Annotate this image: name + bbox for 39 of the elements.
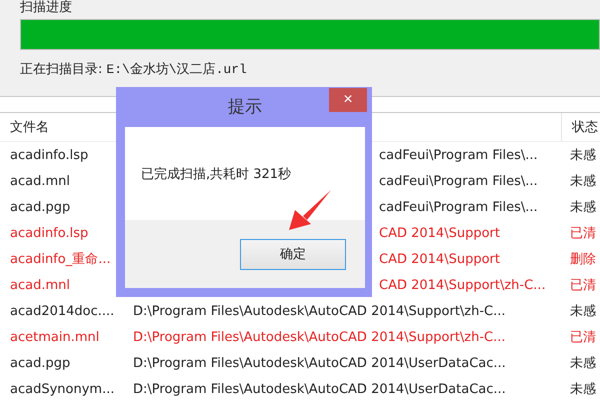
section-title: 扫描进度 <box>20 0 73 16</box>
file-status: 已清 <box>570 225 596 242</box>
file-path: cadFeui\Program Files\... <box>379 200 538 214</box>
file-status: 未感 <box>570 381 596 398</box>
arrow-drawing <box>289 190 331 230</box>
file-path: D:\Program Files\Autodesk\AutoCAD 2014\UserDataCac... <box>133 356 506 370</box>
file-name: acad.pgp <box>10 200 70 214</box>
file-name: acad.mnl <box>10 278 70 292</box>
dialog-title: 提示 <box>228 96 262 118</box>
file-path: CAD 2014\Support <box>379 252 500 266</box>
file-path: CAD 2014\Support <box>379 226 500 240</box>
file-name: acadinfo_重命... <box>10 251 111 268</box>
file-status: 未感 <box>570 355 596 372</box>
file-name: acetmain.mnl <box>10 330 100 344</box>
dialog-message: 已完成扫描,共耗时 321秒 <box>141 166 292 182</box>
file-path: D:\Program Files\Autodesk\AutoCAD 2014\UserDataCac... <box>133 382 506 396</box>
file-status: 已清 <box>570 277 596 294</box>
file-name: acad.pgp <box>10 356 70 370</box>
file-status: 未感 <box>570 147 596 164</box>
ok-button[interactable]: 确定 <box>240 238 346 270</box>
file-path: CAD 2014\Support\zh-C... <box>379 278 546 292</box>
file-status: 已清 <box>570 329 596 346</box>
file-name: acadSynonym... <box>10 382 114 396</box>
file-name: acadinfo.lsp <box>10 226 88 240</box>
file-status: 未感 <box>570 173 596 190</box>
file-path: cadFeui\Program Files\... <box>379 148 538 162</box>
directory-label: 正在扫描目录: <box>20 61 102 78</box>
file-path: D:\Program Files\Autodesk\AutoCAD 2014\Support\zh-C... <box>133 304 506 318</box>
file-status: 未感 <box>570 199 596 216</box>
file-path: cadFeui\Program Files\... <box>379 174 538 188</box>
file-status: 未感 <box>570 303 596 320</box>
file-path: D:\Program Files\Autodesk\AutoCAD 2014\Support\zh-C... <box>133 330 506 344</box>
file-name: acadinfo.lsp <box>10 148 88 162</box>
file-name: acad.mnl <box>10 174 70 188</box>
column-header[interactable]: 状态 <box>562 113 600 141</box>
file-status: 删除 <box>570 251 596 268</box>
close-button[interactable]: × <box>329 88 367 112</box>
directory-path: E:\金水坊\汉二店.url <box>106 61 247 78</box>
file-name: acad2014doc.... <box>10 304 114 318</box>
